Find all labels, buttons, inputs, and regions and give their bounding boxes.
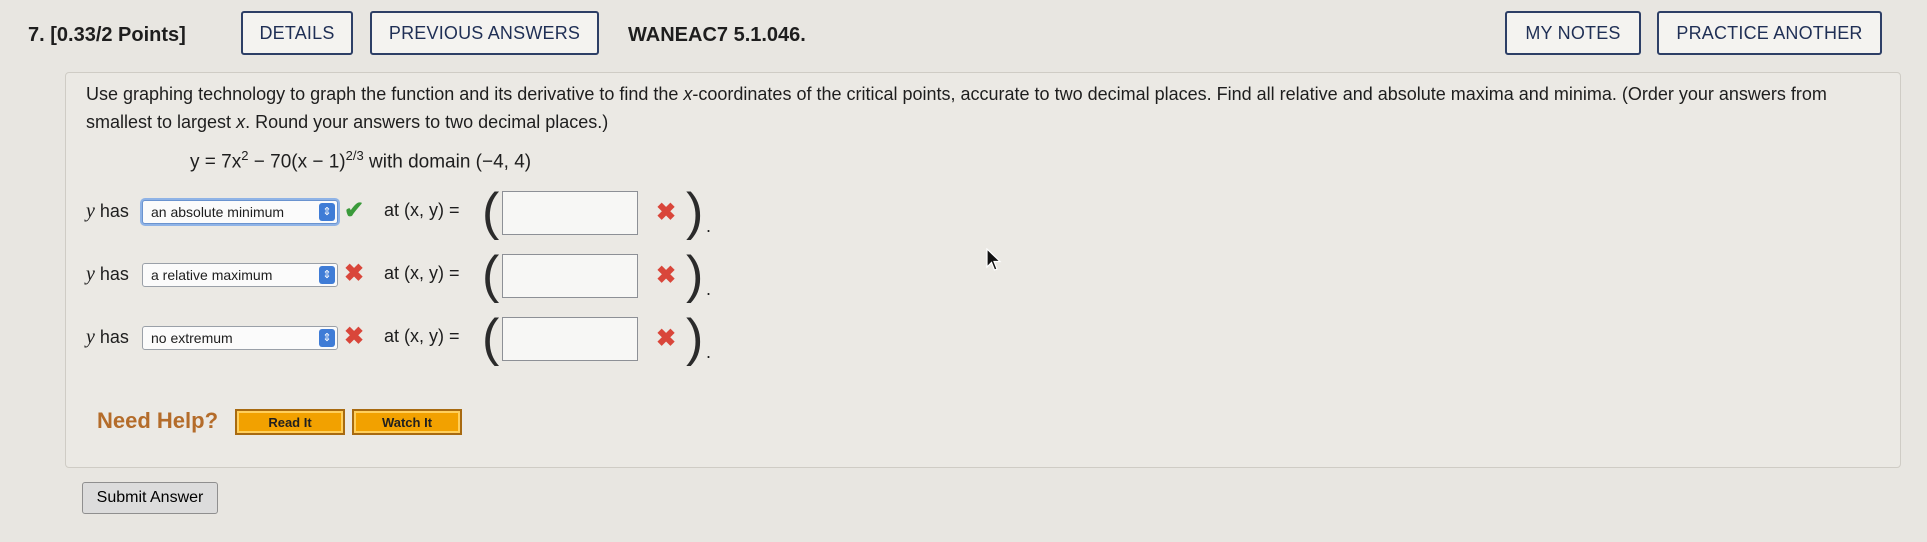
incorrect-x-icon: ✖ [344, 260, 365, 287]
practice-another-button[interactable]: PRACTICE ANOTHER [1657, 11, 1882, 55]
period: . [706, 342, 712, 362]
close-paren: ) [686, 246, 704, 304]
open-paren: ( [482, 309, 500, 367]
extremum-type-select[interactable]: no extremum ⇕ [142, 326, 338, 350]
incorrect-x-icon: ✖ [656, 262, 677, 289]
open-paren: ( [482, 183, 500, 241]
y-has-label: y has [86, 263, 129, 285]
mouse-cursor-icon [986, 248, 1002, 271]
watch-it-button[interactable]: Watch It [352, 409, 462, 435]
question-header: 7. [0.33/2 Points] DETAILS PREVIOUS ANSW… [0, 0, 1927, 70]
extremum-type-select[interactable]: a relative maximum ⇕ [142, 263, 338, 287]
at-xy-label: at (x, y) = [384, 326, 460, 346]
incorrect-x-icon: ✖ [344, 323, 365, 350]
close-paren: ) [686, 309, 704, 367]
incorrect-x-icon: ✖ [656, 325, 677, 352]
select-arrow-icon: ⇕ [319, 329, 335, 347]
details-button[interactable]: DETAILS [241, 11, 353, 55]
answer-row-3: y has no extremum ⇕ ✖ at (x, y) = ( ✖ ) … [86, 309, 806, 367]
submit-answer-button[interactable]: Submit Answer [82, 482, 218, 514]
answer-input-3[interactable] [502, 317, 638, 361]
select-arrow-icon: ⇕ [319, 266, 335, 284]
incorrect-x-icon: ✖ [656, 199, 677, 226]
correct-check-icon: ✔ [344, 197, 365, 224]
function-formula: y = 7x2 − 70(x − 1)2/3 with domain (−4, … [190, 148, 532, 173]
extremum-type-select[interactable]: an absolute minimum ⇕ [142, 200, 338, 224]
period: . [706, 279, 712, 299]
at-xy-label: at (x, y) = [384, 263, 460, 283]
my-notes-button[interactable]: MY NOTES [1505, 11, 1641, 55]
open-paren: ( [482, 246, 500, 304]
answer-row-2: y has a relative maximum ⇕ ✖ at (x, y) =… [86, 246, 806, 304]
y-has-label: y has [86, 326, 129, 348]
question-instructions: Use graphing technology to graph the fun… [86, 84, 1827, 132]
period: . [706, 216, 712, 236]
previous-answers-button[interactable]: PREVIOUS ANSWERS [370, 11, 599, 55]
select-arrow-icon: ⇕ [319, 203, 335, 221]
y-has-label: y has [86, 200, 129, 222]
at-xy-label: at (x, y) = [384, 200, 460, 220]
answer-input-1[interactable] [502, 191, 638, 235]
question-id: WANEAC7 5.1.046. [628, 24, 806, 46]
need-help-label: Need Help? [97, 408, 219, 433]
close-paren: ) [686, 183, 704, 241]
question-number: 7. [0.33/2 Points] [28, 24, 186, 46]
answer-row-1: y has an absolute minimum ⇕ ✔ at (x, y) … [86, 183, 806, 241]
answer-input-2[interactable] [502, 254, 638, 298]
read-it-button[interactable]: Read It [235, 409, 345, 435]
